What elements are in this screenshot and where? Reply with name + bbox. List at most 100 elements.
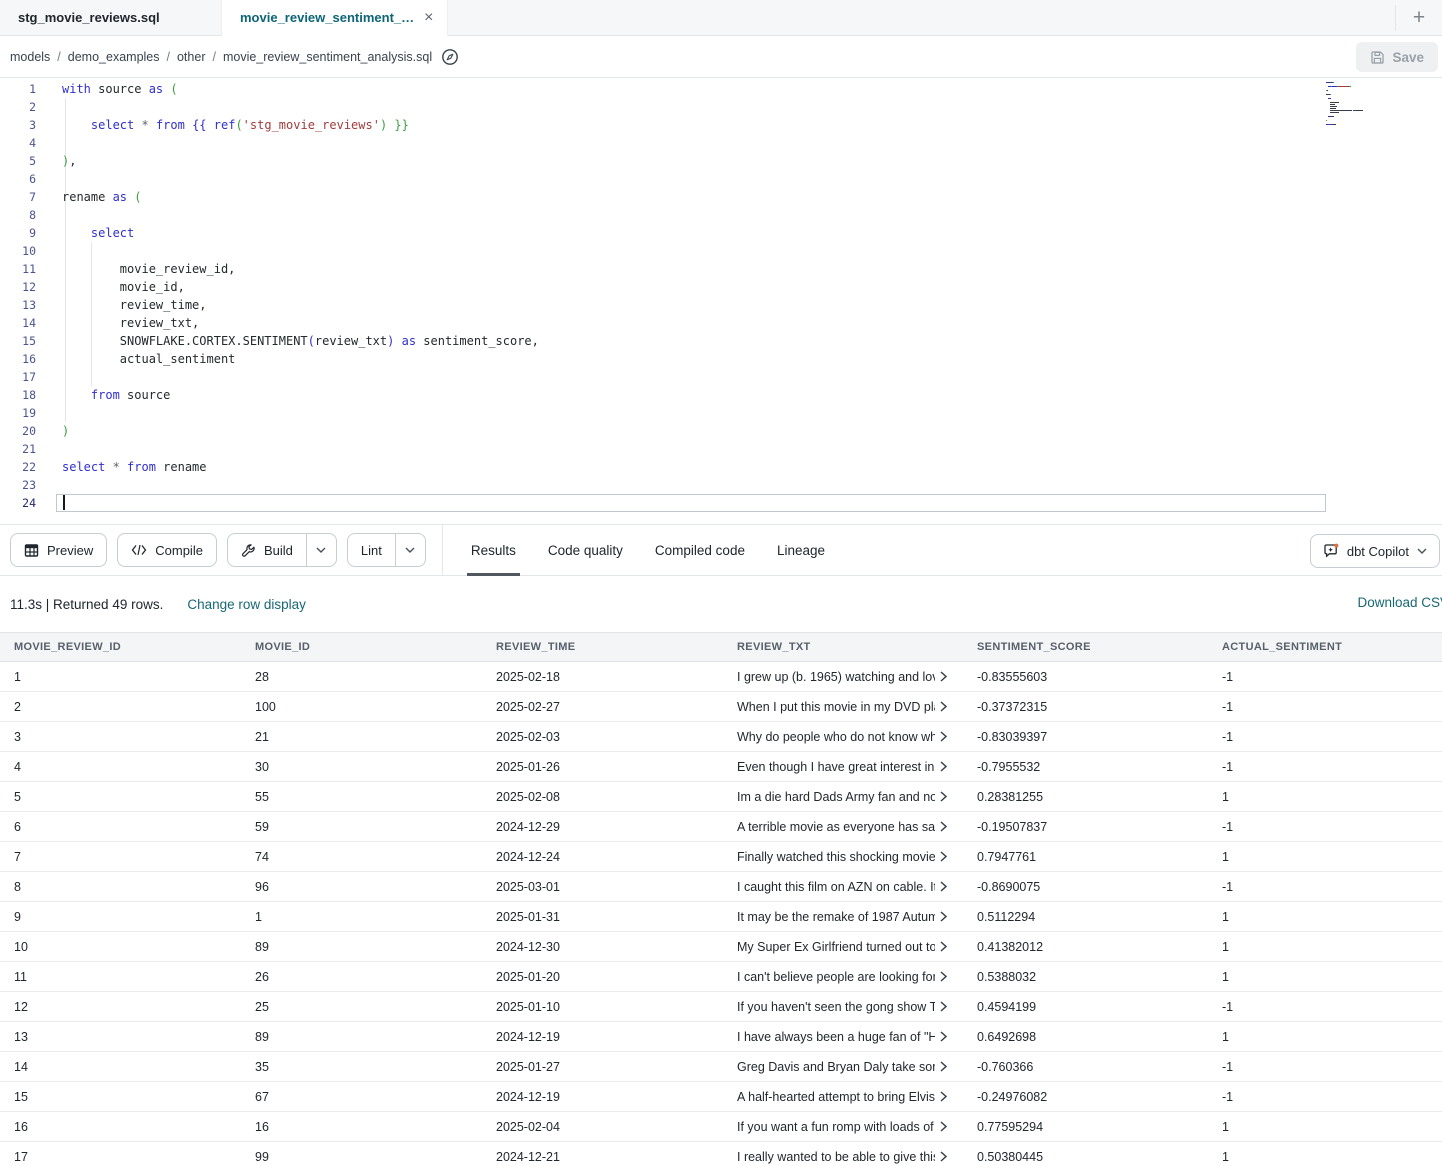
code-line[interactable]: 19 bbox=[0, 404, 1442, 422]
tab-lineage[interactable]: Lineage bbox=[761, 525, 841, 576]
editor-tab[interactable]: movie_review_sentiment_… × bbox=[222, 0, 448, 36]
save-button[interactable]: Save bbox=[1356, 42, 1438, 72]
column-header[interactable]: REVIEW_TXT bbox=[723, 633, 963, 661]
table-cell: If you haven't seen the gong show TV s… bbox=[723, 992, 963, 1021]
review-text: A half-hearted attempt to bring Elvis P… bbox=[737, 1090, 935, 1104]
code-line[interactable]: 10 bbox=[0, 242, 1442, 260]
breadcrumb-part[interactable]: models bbox=[10, 50, 50, 64]
expand-row-chevron-icon[interactable] bbox=[940, 731, 947, 742]
code-editor[interactable]: 1with source as (23 select * from {{ ref… bbox=[0, 78, 1442, 524]
expand-row-chevron-icon[interactable] bbox=[940, 1151, 947, 1162]
expand-row-chevron-icon[interactable] bbox=[940, 1001, 947, 1012]
tab-label: movie_review_sentiment_… bbox=[240, 10, 414, 25]
code-line[interactable]: 14 review_txt, bbox=[0, 314, 1442, 332]
expand-row-chevron-icon[interactable] bbox=[940, 821, 947, 832]
column-header[interactable]: MOVIE_ID bbox=[241, 633, 482, 661]
code-line[interactable]: 17 bbox=[0, 368, 1442, 386]
code-text: ) bbox=[36, 422, 69, 440]
compass-icon[interactable] bbox=[441, 48, 459, 66]
code-line[interactable]: 8 bbox=[0, 206, 1442, 224]
code-line[interactable]: 13 review_time, bbox=[0, 296, 1442, 314]
table-cell: 28 bbox=[241, 662, 482, 691]
build-button[interactable]: Build bbox=[228, 534, 306, 566]
preview-button[interactable]: Preview bbox=[10, 533, 107, 567]
expand-row-chevron-icon[interactable] bbox=[940, 701, 947, 712]
code-line[interactable]: 6 bbox=[0, 170, 1442, 188]
code-line[interactable]: 21 bbox=[0, 440, 1442, 458]
code-line[interactable]: 11 movie_review_id, bbox=[0, 260, 1442, 278]
lint-dropdown-button[interactable] bbox=[395, 534, 425, 566]
line-number: 5 bbox=[0, 152, 36, 170]
code-line[interactable]: 4 bbox=[0, 134, 1442, 152]
expand-row-chevron-icon[interactable] bbox=[940, 761, 947, 772]
compile-button[interactable]: Compile bbox=[117, 533, 217, 567]
new-tab-button[interactable]: + bbox=[1396, 0, 1442, 35]
breadcrumb-part[interactable]: demo_examples bbox=[68, 50, 160, 64]
code-line[interactable]: 3 select * from {{ ref('stg_movie_review… bbox=[0, 116, 1442, 134]
editor-minimap[interactable] bbox=[1326, 82, 1398, 130]
table-cell: 2024-12-19 bbox=[482, 1022, 723, 1051]
download-csv-link[interactable]: Download CSV bbox=[1357, 595, 1442, 610]
column-header[interactable]: SENTIMENT_SCORE bbox=[963, 633, 1208, 661]
column-header[interactable]: REVIEW_TIME bbox=[482, 633, 723, 661]
tab-compiled-code[interactable]: Compiled code bbox=[639, 525, 761, 576]
code-line[interactable]: 1with source as ( bbox=[0, 80, 1442, 98]
code-line[interactable]: 16 actual_sentiment bbox=[0, 350, 1442, 368]
expand-row-chevron-icon[interactable] bbox=[940, 971, 947, 982]
expand-row-chevron-icon[interactable] bbox=[940, 881, 947, 892]
review-text: If you haven't seen the gong show TV s… bbox=[737, 1000, 935, 1014]
code-line[interactable]: 23 bbox=[0, 476, 1442, 494]
table-cell: 89 bbox=[241, 1022, 482, 1051]
code-line[interactable]: 20) bbox=[0, 422, 1442, 440]
code-line[interactable]: 5), bbox=[0, 152, 1442, 170]
breadcrumb-part[interactable]: movie_review_sentiment_analysis.sql bbox=[223, 50, 432, 64]
code-line[interactable]: 22select * from rename bbox=[0, 458, 1442, 476]
dbt-copilot-button[interactable]: dbt Copilot bbox=[1310, 534, 1440, 568]
lint-button[interactable]: Lint bbox=[348, 534, 395, 566]
editor-tab[interactable]: stg_movie_reviews.sql bbox=[0, 0, 222, 35]
code-text: ), bbox=[36, 152, 76, 170]
table-cell: A half-hearted attempt to bring Elvis P… bbox=[723, 1082, 963, 1111]
close-icon[interactable]: × bbox=[424, 10, 433, 26]
expand-row-chevron-icon[interactable] bbox=[940, 1091, 947, 1102]
expand-row-chevron-icon[interactable] bbox=[940, 941, 947, 952]
table-cell: 2025-03-01 bbox=[482, 872, 723, 901]
code-line[interactable]: 9 select bbox=[0, 224, 1442, 242]
code-line[interactable]: 7rename as ( bbox=[0, 188, 1442, 206]
change-row-display-link[interactable]: Change row display bbox=[187, 597, 306, 612]
breadcrumb-part[interactable]: other bbox=[177, 50, 206, 64]
line-number: 3 bbox=[0, 116, 36, 134]
breadcrumb: models/demo_examples/other/movie_review_… bbox=[10, 50, 432, 64]
column-header[interactable]: MOVIE_REVIEW_ID bbox=[0, 633, 241, 661]
tab-results[interactable]: Results bbox=[455, 525, 532, 576]
column-header[interactable]: ACTUAL_SENTIMENT bbox=[1208, 633, 1442, 661]
code-line[interactable]: 18 from source bbox=[0, 386, 1442, 404]
line-number: 1 bbox=[0, 80, 36, 98]
review-text: A terrible movie as everyone has said. … bbox=[737, 820, 935, 834]
table-cell: Greg Davis and Bryan Daly take some … bbox=[723, 1052, 963, 1081]
review-text: I grew up (b. 1965) watching and lovin… bbox=[737, 670, 935, 684]
tab-code-quality[interactable]: Code quality bbox=[532, 525, 639, 576]
code-line[interactable]: 15 SNOWFLAKE.CORTEX.SENTIMENT(review_txt… bbox=[0, 332, 1442, 350]
expand-row-chevron-icon[interactable] bbox=[940, 1121, 947, 1132]
expand-row-chevron-icon[interactable] bbox=[940, 1031, 947, 1042]
line-number: 8 bbox=[0, 206, 36, 224]
build-dropdown-button[interactable] bbox=[306, 534, 336, 566]
table-row: 13892024-12-19I have always been a huge … bbox=[0, 1022, 1442, 1052]
line-number: 7 bbox=[0, 188, 36, 206]
expand-row-chevron-icon[interactable] bbox=[940, 1061, 947, 1072]
code-line[interactable]: 2 bbox=[0, 98, 1442, 116]
table-cell: 2024-12-21 bbox=[482, 1142, 723, 1166]
code-line[interactable]: 24 bbox=[0, 494, 1442, 512]
expand-row-chevron-icon[interactable] bbox=[940, 851, 947, 862]
table-cell: -0.83555603 bbox=[963, 662, 1208, 691]
expand-row-chevron-icon[interactable] bbox=[940, 791, 947, 802]
expand-row-chevron-icon[interactable] bbox=[940, 671, 947, 682]
line-number: 6 bbox=[0, 170, 36, 188]
line-number: 2 bbox=[0, 98, 36, 116]
code-text bbox=[36, 134, 62, 152]
table-cell: Why do people who do not know what… bbox=[723, 722, 963, 751]
expand-row-chevron-icon[interactable] bbox=[940, 911, 947, 922]
code-line[interactable]: 12 movie_id, bbox=[0, 278, 1442, 296]
table-cell: 16 bbox=[0, 1112, 241, 1141]
